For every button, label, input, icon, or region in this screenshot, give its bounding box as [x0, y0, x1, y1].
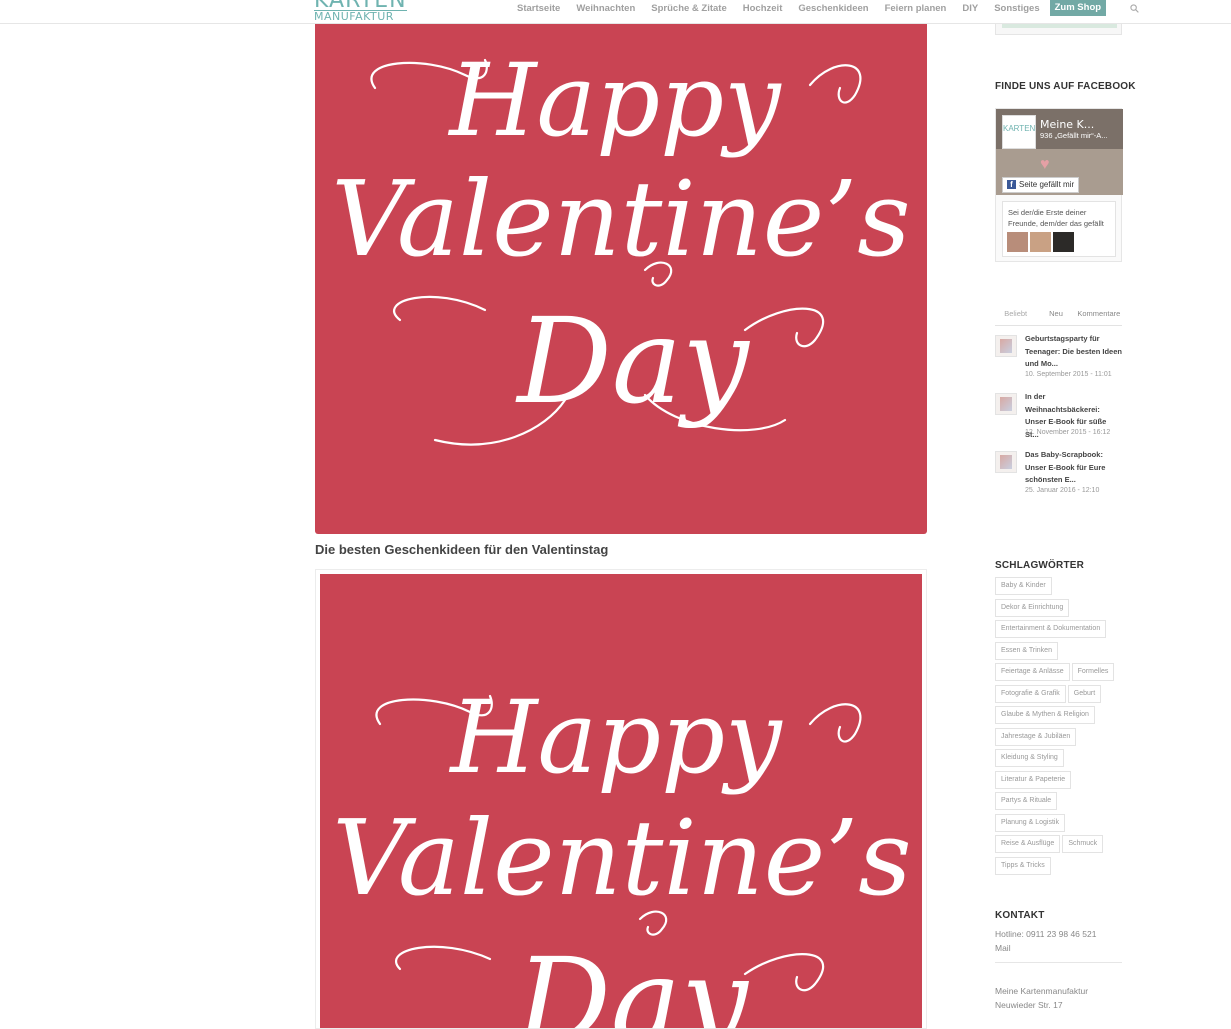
tag-link[interactable]: Formelles — [1071, 663, 1115, 681]
post-title[interactable]: Geburtstagsparty für Teenager: Die beste… — [1025, 333, 1122, 371]
nav-item-sprueche-zitate[interactable]: Sprüche & Zitate — [651, 3, 727, 14]
post-thumbnail[interactable] — [995, 335, 1017, 357]
site-header: KARTEN MANUFAKTUR Startseite Weihnachten… — [0, 0, 1231, 24]
tag-link[interactable]: Fotografie & Grafik — [995, 684, 1066, 703]
card-lettering-happy: Happy — [448, 679, 783, 796]
contact-company: Meine Kartenmanufaktur — [995, 986, 1089, 996]
facebook-friends-box: Sei der/die Erste deiner Freunde, dem/de… — [1002, 201, 1116, 257]
post-title[interactable]: Das Baby-Scrapbook: Unser E-Book für Eur… — [1025, 449, 1122, 487]
contact-widget-title: KONTAKT — [995, 910, 1045, 921]
avatar[interactable] — [1053, 232, 1074, 252]
nav-item-geschenkideen[interactable]: Geschenkideen — [798, 3, 868, 14]
tag-link[interactable]: Kleidung & Styling — [995, 749, 1064, 767]
hero-valentine-image: Happy Valentine’s Day — [315, 0, 927, 534]
site-logo[interactable]: KARTEN MANUFAKTUR — [314, 0, 407, 22]
post-date: 12. November 2015 - 16:12 — [1025, 429, 1111, 436]
facebook-friends-text: Sei der/die Erste deiner Freunde, dem/de… — [1008, 208, 1104, 228]
tag-link[interactable]: Schmuck — [1062, 835, 1104, 853]
facebook-page-widget: ♥ KARTEN Meine K... 936 „Gefällt mir“-A.… — [995, 108, 1123, 262]
shop-button[interactable]: Zum Shop — [1049, 0, 1107, 16]
contact-divider — [995, 962, 1122, 963]
tag-link[interactable]: Feiertage & Anlässe — [995, 663, 1070, 681]
card-lettering-valentines: Valentine’s — [332, 797, 911, 919]
search-icon[interactable] — [1130, 3, 1139, 13]
contact-street: Neuwieder Str. 17 — [995, 1000, 1063, 1010]
post-date: 10. September 2015 - 11:01 — [1025, 371, 1112, 378]
tag-link[interactable]: Literatur & Papeterie — [995, 770, 1072, 789]
tab-neu[interactable]: Neu — [1036, 307, 1075, 325]
second-valentine-image-frame: Happy Valentine’s Day — [315, 569, 927, 1029]
facebook-page-name[interactable]: Meine K... — [1040, 118, 1094, 131]
posts-tab-bar: Beliebt Neu Kommentare — [995, 307, 1122, 326]
post-date: 25. Januar 2016 - 12:10 — [1025, 487, 1100, 494]
tag-cloud: Baby & Kinder Dekor & Einrichtung Entert… — [995, 577, 1125, 878]
facebook-like-button[interactable]: f Seite gefällt mir — [1002, 177, 1080, 193]
valentine-lettering-art: Happy Valentine’s Day — [331, 42, 911, 446]
tag-link[interactable]: Jahrestage & Jubiläen — [995, 727, 1077, 746]
facebook-widget-title: FINDE UNS AUF FACEBOOK — [995, 81, 1136, 92]
tag-link[interactable]: Dekor & Einrichtung — [995, 598, 1070, 617]
lettering-happy: Happy — [447, 42, 782, 159]
second-valentine-image: Happy Valentine’s Day — [320, 574, 922, 1028]
like-button-label: Seite gefällt mir — [1019, 180, 1075, 189]
tag-link[interactable]: Geburt — [1067, 684, 1102, 703]
lettering-valentines: Valentine’s — [331, 158, 910, 280]
valentine-lettering-art-2: Happy Valentine’s Day — [332, 679, 911, 1028]
avatar[interactable] — [1030, 232, 1051, 252]
post-thumbnail[interactable] — [995, 451, 1017, 473]
tag-link[interactable]: Tipps & Tricks — [995, 856, 1051, 875]
facebook-icon: f — [1007, 180, 1016, 190]
heart-icon: ♥ — [1040, 156, 1050, 173]
facebook-cover-image[interactable]: ♥ KARTEN Meine K... 936 „Gefällt mir“-A.… — [996, 109, 1123, 195]
logo-line-2: MANUFAKTUR — [314, 10, 407, 22]
contact-mail-link[interactable]: Mail — [995, 941, 1011, 955]
facebook-like-count: 936 „Gefällt mir“-A... — [1040, 131, 1108, 140]
tag-link[interactable]: Entertainment & Dokumentation — [995, 620, 1107, 638]
tab-kommentare[interactable]: Kommentare — [1076, 307, 1122, 325]
tag-link[interactable]: Glaube & Mythen & Religion — [995, 706, 1095, 724]
tags-widget-title: SCHLAGWÖRTER — [995, 560, 1085, 571]
tag-link[interactable]: Essen & Trinken — [995, 641, 1058, 660]
tab-beliebt[interactable]: Beliebt — [995, 307, 1037, 325]
contact-hotline: Hotline: 0911 23 98 46 521 — [995, 929, 1097, 939]
lettering-day: Day — [515, 292, 750, 430]
tag-link[interactable]: Planung & Logistik — [995, 813, 1065, 832]
nav-item-sonstiges[interactable]: Sonstiges — [994, 3, 1039, 14]
nav-item-weihnachten[interactable]: Weihnachten — [576, 3, 635, 14]
tag-link[interactable]: Partys & Rituale — [995, 792, 1058, 810]
main-nav: Startseite Weihnachten Sprüche & Zitate … — [509, 0, 1139, 16]
nav-item-hochzeit[interactable]: Hochzeit — [743, 3, 783, 14]
post-thumbnail[interactable] — [995, 393, 1017, 415]
nav-item-startseite[interactable]: Startseite — [517, 3, 560, 14]
facebook-friend-avatars — [1007, 232, 1074, 252]
facebook-page-logo[interactable]: KARTEN — [1002, 115, 1036, 149]
avatar[interactable] — [1007, 232, 1028, 252]
tag-link[interactable]: Baby & Kinder — [995, 577, 1052, 595]
nav-item-diy[interactable]: DIY — [962, 3, 978, 14]
article-caption: Die besten Geschenkideen für den Valenti… — [315, 542, 609, 557]
card-lettering-day: Day — [514, 932, 749, 1028]
nav-item-feiern-planen[interactable]: Feiern planen — [885, 3, 947, 14]
tag-link[interactable]: Reise & Ausflüge — [995, 835, 1061, 853]
facebook-logo-text: KARTEN — [1003, 124, 1036, 133]
